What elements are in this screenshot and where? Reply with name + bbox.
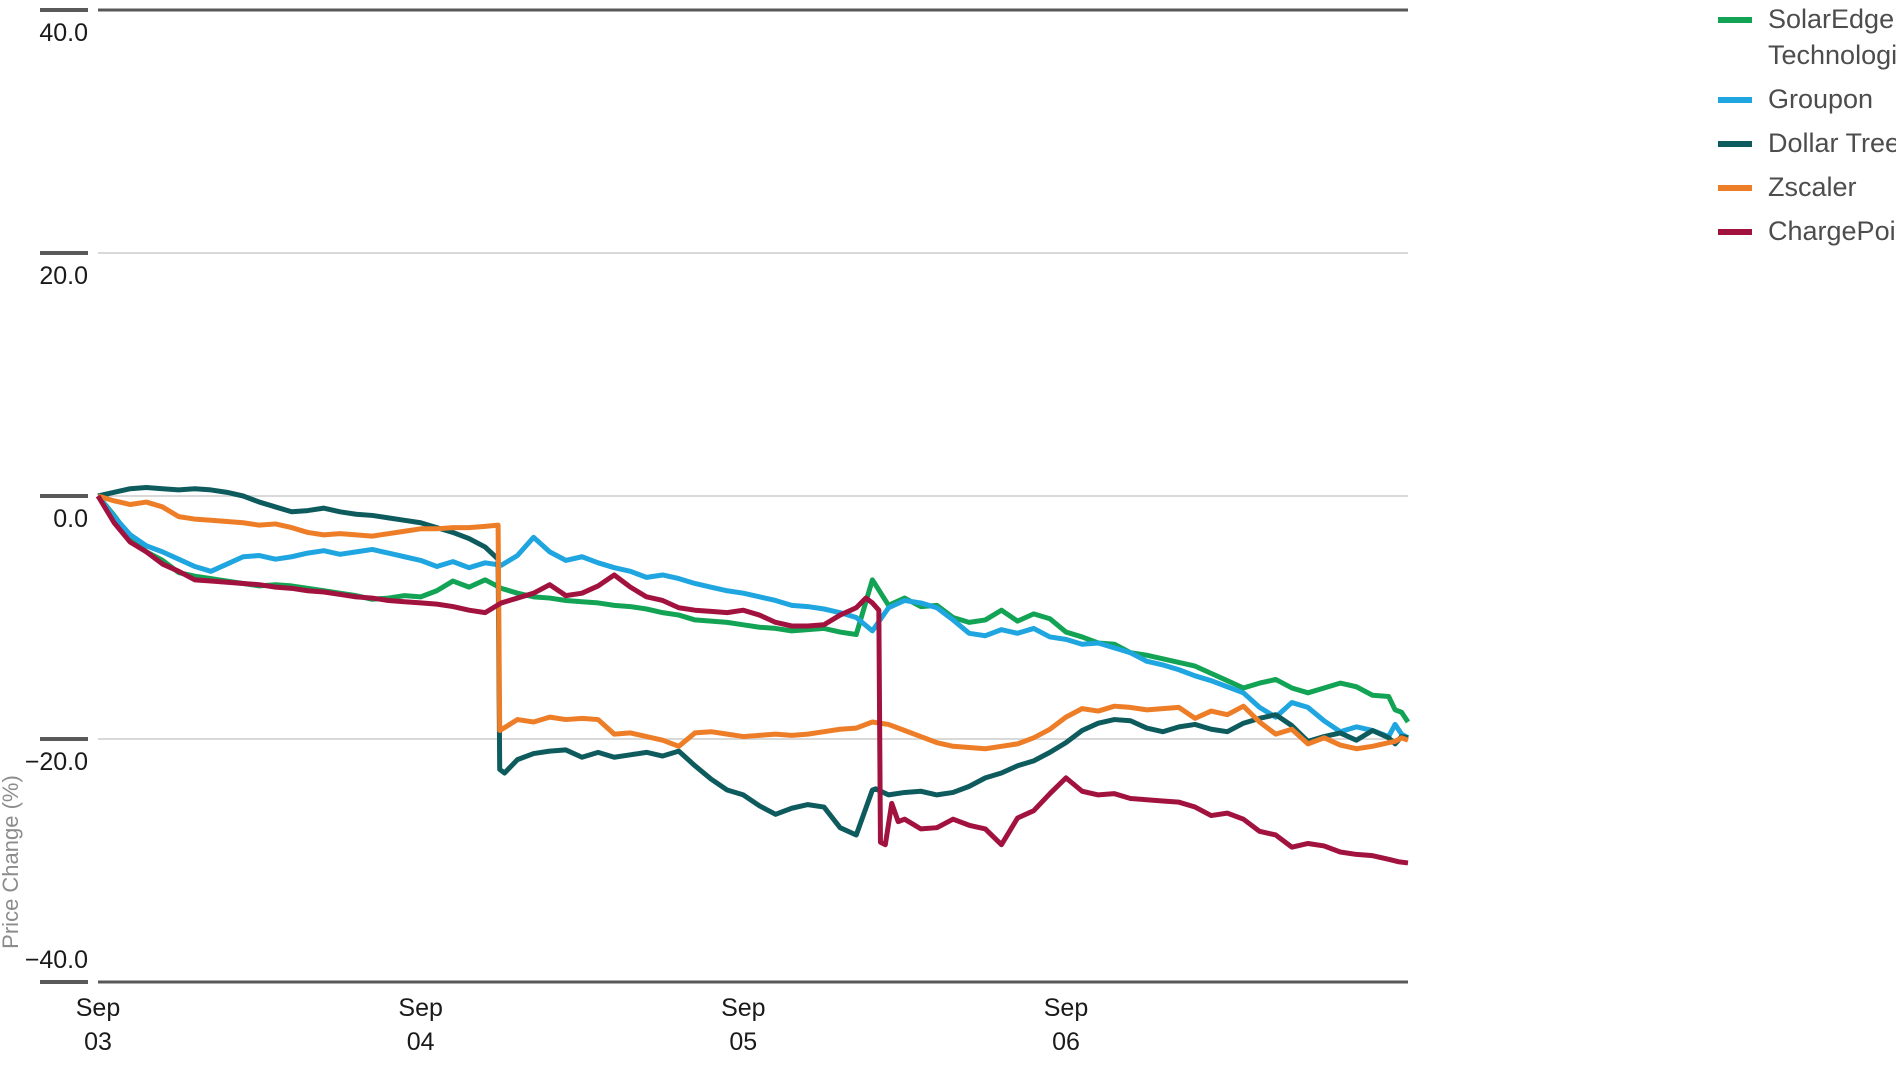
series-line-groupon <box>96 494 1410 740</box>
chart-canvas: 40.020.00.0−20.0−40.0 Sep03Sep04Sep05Sep… <box>0 4 1896 1056</box>
legend-label: Dollar Tree <box>1768 128 1896 158</box>
y-tick-label: −40.0 <box>25 946 88 974</box>
legend-item-chargepoint[interactable]: ChargePoint <box>1718 216 1896 246</box>
legend: SolarEdge Technologies Groupon Dollar Tree Z… <box>1718 4 1896 246</box>
legend-item-solaredge-technologies[interactable]: SolarEdge Technologies <box>1718 4 1896 70</box>
x-tick-label-month: Sep <box>721 994 765 1022</box>
y-axis-title: Price Change (%) <box>0 775 23 949</box>
legend-item-groupon[interactable]: Groupon <box>1718 84 1873 114</box>
legend-item-zscaler[interactable]: Zscaler <box>1718 172 1857 202</box>
series-lines-group <box>95 484 1411 866</box>
y-tickmarks-group <box>40 8 88 984</box>
x-tick-label-day: 04 <box>407 1028 435 1056</box>
series-line-zscaler <box>97 493 1409 752</box>
legend-label: SolarEdge <box>1768 4 1894 34</box>
gridlines-group <box>98 8 1408 740</box>
x-tick-labels-group: Sep 03 Sep 04 Sep 05 Sep 06 <box>76 994 1088 1056</box>
x-tick-label-month: Sep <box>1044 994 1088 1022</box>
x-tick-label-day: 03 <box>84 1028 112 1056</box>
x-tick-label-day: 06 <box>1052 1028 1080 1056</box>
y-tick-label: 0.0 <box>53 505 88 533</box>
price-change-line-chart: 40.0 20.0 0.0 −20.0 −40.0 Sep 03 Sep 04 Sep 05 Sep… <box>0 0 1896 1066</box>
y-tick-label: 20.0 <box>39 262 88 290</box>
legend-item-dollar-tree[interactable]: Dollar Tree <box>1718 128 1896 158</box>
legend-label: Technologies <box>1768 40 1896 70</box>
legend-label: Groupon <box>1768 84 1873 114</box>
y-tick-label: −20.0 <box>25 748 88 776</box>
y-axis-title-group: Price Change (%) <box>0 775 23 949</box>
x-tick-label-month: Sep <box>76 994 120 1022</box>
legend-label: ChargePoint <box>1768 216 1896 246</box>
series-line-dollar-tree <box>97 484 1409 838</box>
x-tick-label-day: 05 <box>729 1028 757 1056</box>
legend-label: Zscaler <box>1768 172 1857 202</box>
y-tick-label: 40.0 <box>39 19 88 47</box>
x-tick-label-month: Sep <box>398 994 442 1022</box>
